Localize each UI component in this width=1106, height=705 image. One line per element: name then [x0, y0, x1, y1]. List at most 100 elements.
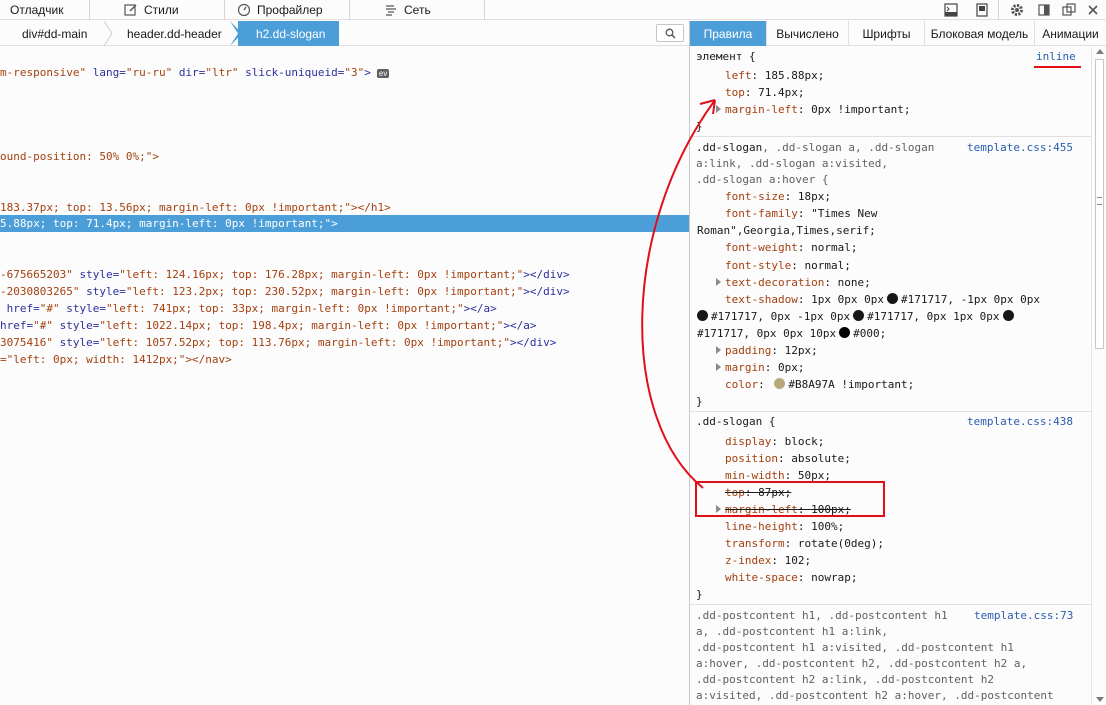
- markup-line[interactable]: ound-position: 50% 0%;">: [0, 148, 689, 165]
- sidebar-tabs: Правила Вычислено Шрифты Блоковая модель…: [690, 21, 1106, 46]
- breadcrumb-label: header.dd-header: [127, 26, 222, 41]
- declaration[interactable]: text-shadow: 1px 0px 0px #171717, -1px 0p…: [725, 291, 1040, 308]
- tab-computed[interactable]: Вычислено: [767, 21, 849, 46]
- declaration[interactable]: z-index: 102;: [725, 552, 811, 569]
- tab-label: Шрифты: [862, 26, 911, 41]
- rule-close-brace: }: [696, 588, 703, 601]
- breadcrumb-item-dd-header[interactable]: header.dd-header: [127, 21, 222, 46]
- tab-fonts[interactable]: Шрифты: [849, 21, 925, 46]
- expand-twisty-icon[interactable]: [716, 105, 721, 113]
- color-swatch[interactable]: [774, 378, 786, 389]
- markup-line[interactable]: href="#" style="left: 741px; top: 33px; …: [0, 300, 689, 317]
- declaration[interactable]: margin: 0px;: [725, 359, 805, 376]
- devtools-toolbar: Отладчик Стили Профайлер Сеть: [0, 0, 1106, 20]
- declaration[interactable]: line-height: 100%;: [725, 518, 844, 535]
- markup-view: m-responsive" lang="ru-ru" dir="ltr" sli…: [0, 47, 689, 705]
- declaration-overridden[interactable]: margin-left: 100px;: [725, 501, 851, 518]
- event-badge[interactable]: ev: [376, 68, 390, 78]
- markup-line[interactable]: -2030803265" style="left: 123.2px; top: …: [0, 283, 689, 300]
- rule-source-link[interactable]: inline: [1036, 48, 1076, 65]
- declaration-continuation: #171717, 0px -1px 0px #171717, 0px 1px 0p…: [697, 308, 1017, 325]
- declaration[interactable]: display: block;: [725, 433, 824, 450]
- dock-side-icon[interactable]: [1036, 2, 1052, 18]
- breadcrumb-label: h2.dd-slogan: [256, 26, 326, 41]
- expand-twisty-icon[interactable]: [716, 346, 721, 354]
- breadcrumb: div#dd-main header.dd-header h2.dd-sloga…: [0, 21, 689, 46]
- markup-search-button[interactable]: [656, 24, 684, 42]
- tab-profiler[interactable]: Профайлер: [237, 0, 349, 20]
- breadcrumb-item-dd-main[interactable]: div#dd-main: [22, 21, 87, 46]
- color-swatch[interactable]: [853, 310, 865, 321]
- declaration[interactable]: left: 185.88px;: [725, 67, 824, 84]
- declaration[interactable]: transform: rotate(0deg);: [725, 535, 884, 552]
- declaration[interactable]: white-space: nowrap;: [725, 569, 857, 586]
- search-icon: [665, 28, 676, 39]
- color-swatch[interactable]: [1002, 310, 1014, 321]
- rule-selector: .dd-slogan a:hover {: [696, 173, 829, 186]
- breadcrumb-label: div#dd-main: [22, 26, 88, 41]
- markup-line[interactable]: ="left: 0px; width: 1412px;"></nav>: [0, 351, 689, 368]
- declaration[interactable]: min-width: 50px;: [725, 467, 831, 484]
- tab-debugger[interactable]: Отладчик: [0, 0, 89, 20]
- rule-close-brace: }: [696, 395, 703, 408]
- rules-panel: элемент { inline left: 185.88px; top: 71…: [690, 47, 1091, 705]
- style-editor-icon: [124, 3, 138, 17]
- rule-selector: .dd-slogan, .dd-slogan a, .dd-slogan: [696, 141, 935, 154]
- declaration[interactable]: font-weight: normal;: [725, 239, 857, 256]
- markup-line[interactable]: href="#" style="left: 1022.14px; top: 19…: [0, 317, 689, 334]
- rule-source-link[interactable]: template.css:455: [967, 139, 1073, 156]
- color-swatch[interactable]: [886, 293, 898, 304]
- scratchpad-icon[interactable]: [974, 2, 990, 18]
- settings-icon[interactable]: [1009, 2, 1025, 18]
- declaration[interactable]: text-decoration: none;: [725, 274, 871, 291]
- scroll-up-icon[interactable]: [1096, 49, 1104, 54]
- rule-selector: a:link, .dd-slogan a:visited,: [696, 157, 889, 170]
- tab-label: Профайлер: [257, 3, 323, 17]
- tab-rules[interactable]: Правила: [690, 21, 767, 46]
- tab-label: Вычислено: [776, 26, 839, 41]
- declaration[interactable]: padding: 12px;: [725, 342, 818, 359]
- expand-twisty-icon[interactable]: [716, 363, 721, 371]
- console-icon[interactable]: [943, 2, 959, 18]
- color-swatch[interactable]: [697, 310, 708, 321]
- declaration[interactable]: position: absolute;: [725, 450, 851, 467]
- divider: [690, 136, 1091, 137]
- divider: [349, 0, 350, 20]
- rules-scrollbar[interactable]: [1091, 47, 1106, 705]
- tab-box-model[interactable]: Блоковая модель: [925, 21, 1035, 46]
- undock-icon[interactable]: [1061, 2, 1077, 18]
- declaration-overridden[interactable]: top: 87px;: [725, 484, 791, 501]
- tab-label: Отладчик: [10, 3, 64, 17]
- rule-close-brace: }: [696, 120, 703, 133]
- markup-line[interactable]: -675665203" style="left: 124.16px; top: …: [0, 266, 689, 283]
- tab-animations[interactable]: Анимации: [1035, 21, 1106, 46]
- scroll-down-icon[interactable]: [1096, 697, 1104, 702]
- close-icon[interactable]: [1085, 2, 1101, 18]
- declaration[interactable]: margin-left: 0px !important;: [725, 101, 910, 118]
- declaration[interactable]: top: 71.4px;: [725, 84, 804, 101]
- rule-source-link[interactable]: template.css:73: [974, 607, 1073, 624]
- tab-label: Стили: [144, 3, 179, 17]
- divider: [484, 0, 485, 20]
- rule-selector: .dd-postcontent h1 a:visited, .dd-postco…: [696, 641, 1014, 654]
- declaration[interactable]: font-family: "Times New: [725, 205, 877, 222]
- markup-line[interactable]: 3075416" style="left: 1057.52px; top: 11…: [0, 334, 689, 351]
- rule-source-link[interactable]: template.css:438: [967, 413, 1073, 430]
- tab-network[interactable]: Сеть: [384, 0, 484, 20]
- grip-icon: [1097, 197, 1102, 205]
- color-swatch[interactable]: [839, 327, 851, 338]
- declaration[interactable]: font-style: normal;: [725, 257, 851, 274]
- divider: [89, 0, 90, 20]
- expand-twisty-icon[interactable]: [716, 278, 721, 286]
- markup-line-selected[interactable]: 5.88px; top: 71.4px; margin-left: 0px !i…: [0, 215, 689, 232]
- tab-style-editor[interactable]: Стили: [124, 0, 224, 20]
- markup-line[interactable]: m-responsive" lang="ru-ru" dir="ltr" sli…: [0, 64, 689, 81]
- declaration[interactable]: color: #B8A97A !important;: [725, 376, 914, 393]
- markup-line[interactable]: 183.37px; top: 13.56px; margin-left: 0px…: [0, 199, 689, 216]
- expand-twisty-icon[interactable]: [716, 505, 721, 513]
- declaration-continuation: #171717, 0px 0px 10px #000;: [697, 327, 887, 340]
- profiler-icon: [237, 3, 251, 17]
- breadcrumb-item-dd-slogan[interactable]: h2.dd-slogan: [238, 21, 340, 46]
- declaration[interactable]: font-size: 18px;: [725, 188, 831, 205]
- tab-label: Анимации: [1042, 26, 1099, 41]
